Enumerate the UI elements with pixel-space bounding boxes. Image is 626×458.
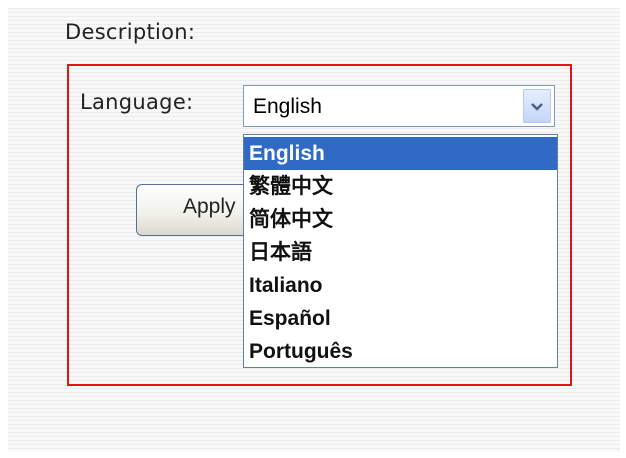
- language-option-portuguese[interactable]: Português: [244, 335, 557, 368]
- language-option-japanese[interactable]: 日本語: [244, 236, 557, 269]
- language-option-italian[interactable]: Italiano: [244, 269, 557, 302]
- language-dropdown-list: English 繁體中文 简体中文 日本語 Italiano Español P…: [243, 134, 558, 368]
- language-option-spanish[interactable]: Español: [244, 302, 557, 335]
- language-option-english[interactable]: English: [244, 137, 557, 170]
- dropdown-toggle-button[interactable]: [523, 89, 551, 123]
- description-label: Description:: [65, 20, 196, 44]
- language-option-traditional-chinese[interactable]: 繁體中文: [244, 170, 557, 203]
- language-label: Language:: [80, 90, 194, 114]
- chevron-down-icon: [531, 103, 543, 111]
- language-select[interactable]: English: [243, 85, 555, 127]
- language-select-value: English: [253, 95, 322, 118]
- language-option-simplified-chinese[interactable]: 简体中文: [244, 203, 557, 236]
